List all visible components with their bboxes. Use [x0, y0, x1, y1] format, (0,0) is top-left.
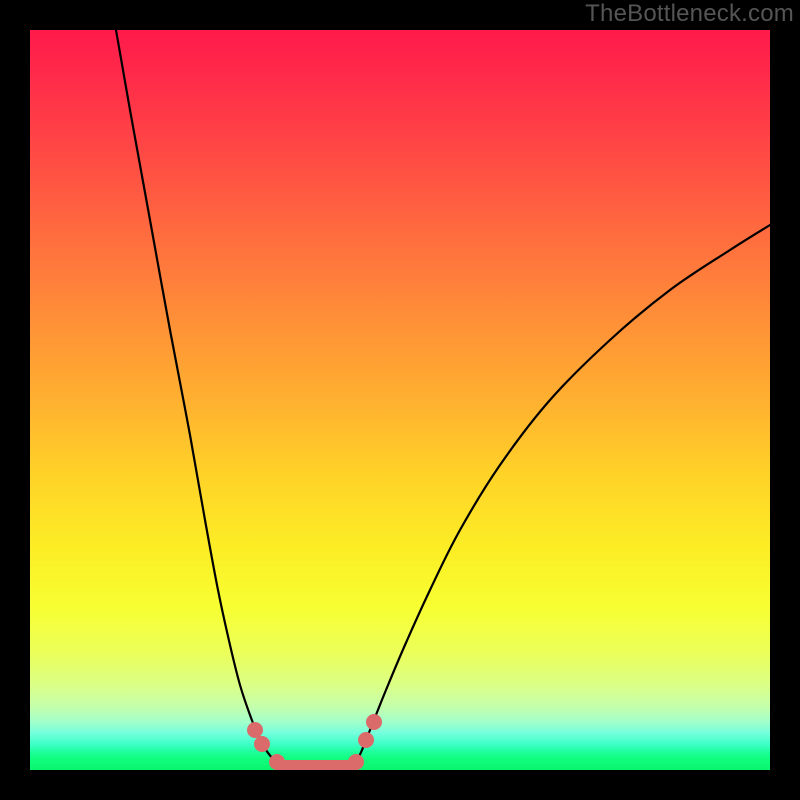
curve-right: [355, 225, 770, 765]
marker-dot: [254, 736, 270, 752]
marker-dot: [247, 722, 263, 738]
curve-left: [116, 30, 280, 765]
curve-layer: [30, 30, 770, 770]
marker-dot: [348, 754, 364, 770]
marker-dot: [358, 732, 374, 748]
marker-dot: [269, 754, 285, 770]
marker-dot: [366, 714, 382, 730]
watermark-text: TheBottleneck.com: [585, 0, 794, 28]
chart-frame: TheBottleneck.com: [0, 0, 800, 800]
plot-area: [30, 30, 770, 770]
